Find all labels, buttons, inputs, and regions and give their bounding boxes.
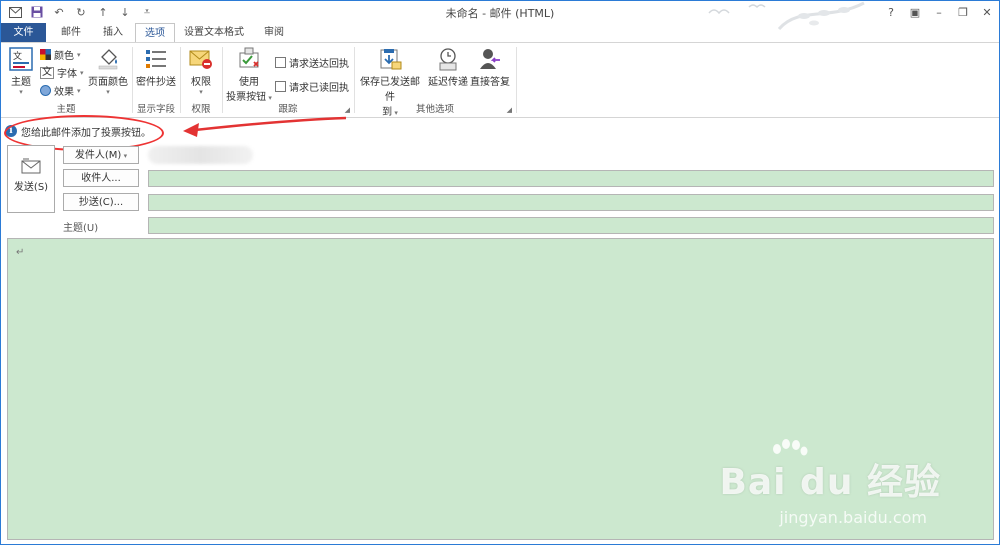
send-label: 发送(S) [13, 182, 49, 193]
bcc-label: 密件抄送 [136, 77, 176, 88]
delay-delivery-button[interactable]: 延迟传递 [427, 47, 469, 88]
request-read-receipt-label: 请求已读回执 [289, 83, 349, 94]
chevron-down-icon: ▾ [106, 88, 110, 96]
tab-options[interactable]: 选项 [135, 23, 175, 44]
subject-field[interactable] [148, 217, 994, 234]
direct-replies-label: 直接答复 [470, 77, 510, 88]
page-color-label: 页面颜色 [88, 77, 128, 88]
bcc-button[interactable]: 密件抄送 [135, 47, 177, 88]
request-read-receipt-checkbox[interactable]: 请求已读回执 [275, 79, 349, 94]
minimize-button[interactable]: – [927, 1, 951, 23]
checkbox-icon[interactable] [275, 57, 286, 68]
tab-message[interactable]: 邮件 [51, 23, 91, 42]
permission-group-label: 权限 [191, 104, 211, 115]
theme-button[interactable]: 文 主题 ▾ [5, 47, 37, 96]
restore-button[interactable]: ❐ [951, 1, 975, 23]
send-envelope-icon [21, 158, 41, 174]
message-body[interactable]: ↵ Bai du 经验 jingyan.baidu.com [7, 238, 994, 540]
to-button[interactable]: 收件人... [63, 169, 139, 187]
more-options-group: 保存已发送邮件 到 ▾ 延迟传递 直接答复 其他选项 ◢ [355, 43, 515, 118]
bcc-icon [143, 47, 169, 71]
tab-insert[interactable]: 插入 [93, 23, 133, 42]
from-label: 发件人(M) [74, 150, 122, 161]
chevron-down-icon: ▾ [77, 50, 81, 59]
chevron-down-icon: ▾ [199, 88, 203, 96]
request-delivery-receipt-checkbox[interactable]: 请求送达回执 [275, 55, 349, 70]
save-sent-label-1: 保存已发送邮件 [360, 77, 420, 103]
theme-icon: 文 [8, 47, 34, 71]
page-color-button[interactable]: 页面颜色 ▾ [87, 47, 129, 96]
chevron-down-icon: ▾ [121, 152, 128, 160]
effects-icon [40, 85, 51, 96]
effects-button[interactable]: 效果 ▾ [40, 83, 81, 98]
cc-field[interactable] [148, 194, 994, 211]
fonts-label: 字体 [57, 69, 77, 80]
ribbon: 文 主题 ▾ 颜色 ▾ 文 字体 ▾ 效果 ▾ 页面颜色 ▾ 主题 密件抄送 显… [1, 42, 999, 118]
voting-icon [236, 47, 262, 71]
colors-button[interactable]: 颜色 ▾ [40, 47, 81, 62]
annotation-arrow [183, 116, 347, 137]
use-voting-buttons-button[interactable]: 使用 投票按钮 ▾ [225, 47, 273, 103]
tracking-group-label: 跟踪 [278, 104, 298, 115]
watermark-brand: Bai du 经验 [719, 462, 941, 503]
clock-envelope-icon [435, 47, 461, 71]
help-button[interactable]: ? [879, 1, 903, 23]
tab-review[interactable]: 审阅 [254, 23, 294, 42]
more-options-group-label: 其他选项 [415, 104, 454, 115]
show-fields-group-label: 显示字段 [136, 104, 175, 115]
save-sent-icon [377, 47, 403, 71]
cc-button[interactable]: 抄送(C)... [63, 193, 139, 211]
window-title: 未命名 - 邮件 (HTML) [445, 7, 555, 20]
colors-icon [40, 49, 51, 60]
fonts-button[interactable]: 文 字体 ▾ [40, 65, 84, 80]
dialog-launcher-icon[interactable]: ◢ [507, 106, 512, 114]
chevron-down-icon: ▾ [77, 86, 81, 95]
group-divider [516, 47, 517, 113]
tab-format-text[interactable]: 设置文本格式 [177, 23, 251, 42]
outlook-compose-window: ↶ ↻ ↑ ↓ ⩡ 未命名 - 邮件 (HTML) ? ▣ – ❐ ✕ 文件 邮… [0, 0, 1000, 545]
permission-button[interactable]: 权限 ▾ [185, 47, 217, 96]
tab-file[interactable]: 文件 [1, 23, 46, 42]
paw-icon [773, 439, 808, 456]
chevron-down-icon: ▾ [19, 88, 23, 96]
show-fields-group: 密件抄送 显示字段 [133, 43, 179, 117]
use-voting-label-1: 使用 [239, 77, 259, 88]
from-value-blurred [148, 146, 253, 164]
svg-text:文: 文 [13, 50, 22, 62]
subject-label: 主题(U) [63, 223, 99, 234]
watermark-url: jingyan.baidu.com [779, 508, 927, 527]
to-field[interactable] [148, 170, 994, 187]
envelope-restrict-icon [188, 47, 214, 71]
title-bar: ↶ ↻ ↑ ↓ ⩡ 未命名 - 邮件 (HTML) ? ▣ – ❐ ✕ [1, 1, 999, 31]
dialog-launcher-icon[interactable]: ◢ [345, 106, 350, 114]
fonts-icon: 文 [40, 66, 54, 79]
ribbon-tabs: 文件 邮件 插入 选项 设置文本格式 审阅 [1, 23, 999, 44]
delay-delivery-label: 延迟传递 [428, 77, 468, 88]
paint-bucket-icon [95, 47, 121, 71]
from-button[interactable]: 发件人(M) ▾ [63, 146, 139, 164]
tracking-group: 使用 投票按钮 ▾ 请求送达回执 请求已读回执 跟踪 ◢ [223, 43, 353, 117]
request-delivery-receipt-label: 请求送达回执 [289, 59, 349, 70]
close-button[interactable]: ✕ [975, 1, 999, 23]
chevron-down-icon: ▾ [80, 68, 84, 77]
theme-group: 文 主题 ▾ 颜色 ▾ 文 字体 ▾ 效果 ▾ 页面颜色 ▾ 主题 [1, 43, 131, 117]
theme-label: 主题 [11, 77, 31, 88]
ribbon-display-options-button[interactable]: ▣ [903, 1, 927, 23]
permission-label: 权限 [191, 77, 211, 88]
checkbox-icon[interactable] [275, 81, 286, 92]
colors-label: 颜色 [54, 51, 74, 62]
send-button[interactable]: 发送(S) [7, 145, 55, 213]
effects-label: 效果 [54, 87, 74, 98]
direct-replies-button[interactable]: 直接答复 [469, 47, 511, 88]
user-reply-icon [477, 47, 503, 71]
watermark: Bai du 经验 jingyan.baidu.com [719, 439, 941, 527]
window-controls: ? ▣ – ❐ ✕ [879, 1, 999, 23]
paragraph-mark: ↵ [16, 247, 25, 258]
permission-group: 权限 ▾ 权限 [181, 43, 221, 117]
theme-group-label: 主题 [56, 104, 76, 115]
